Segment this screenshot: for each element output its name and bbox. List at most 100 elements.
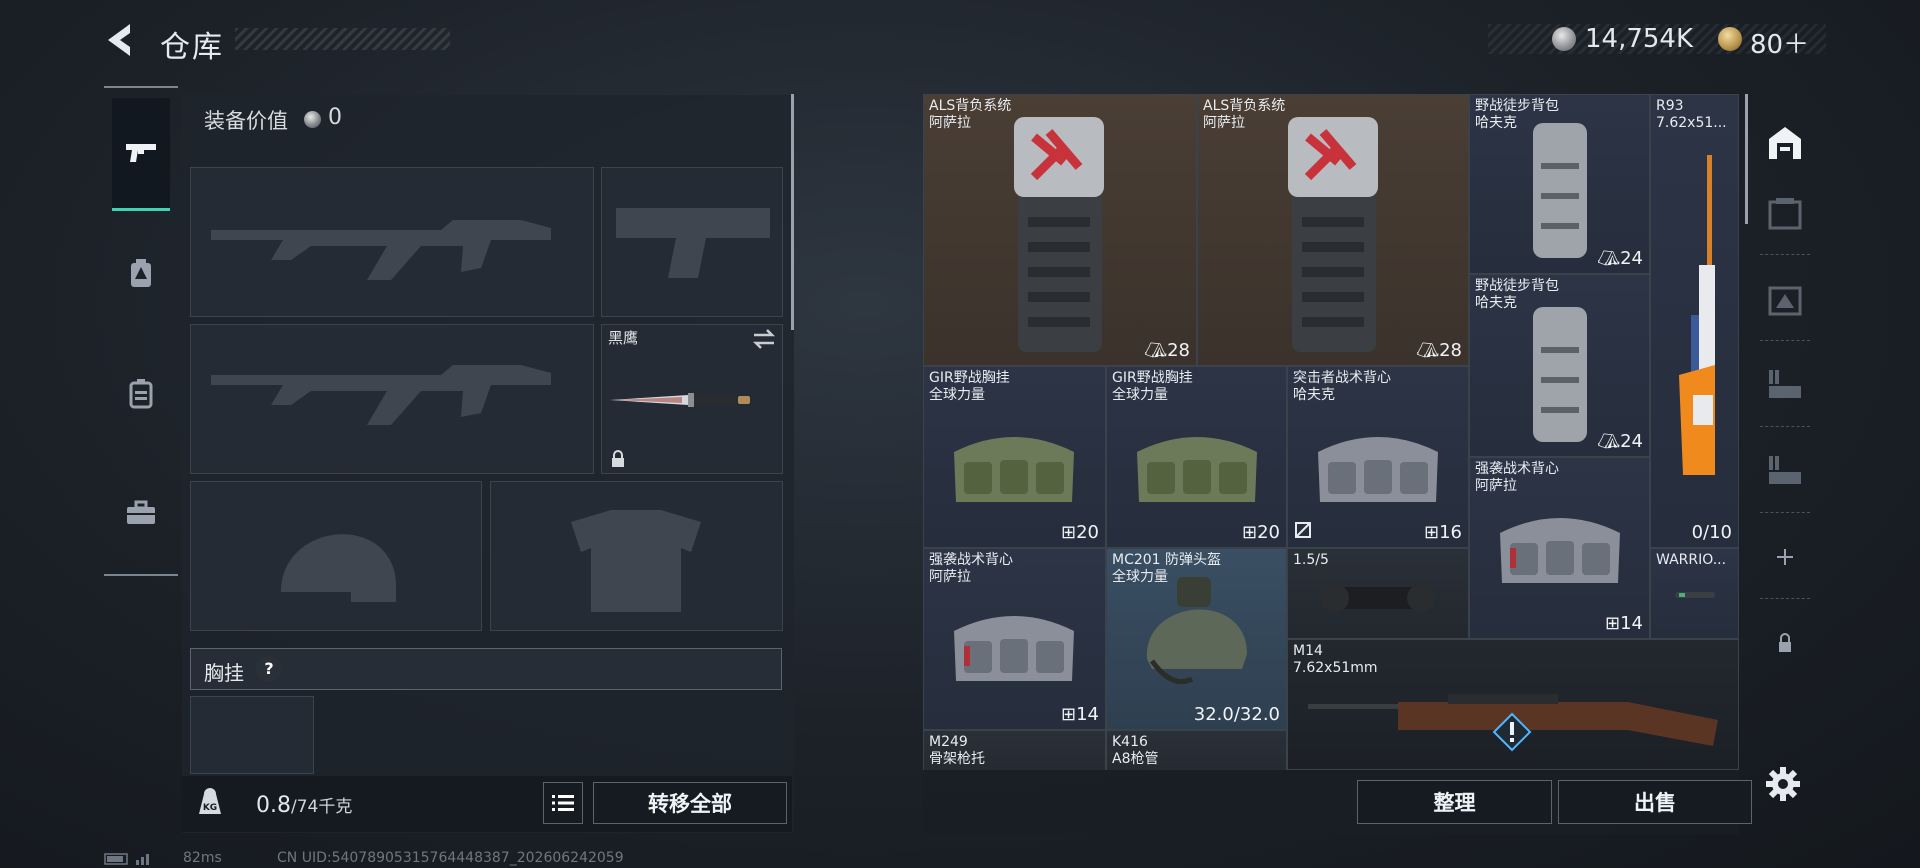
vest-item-icon (1500, 518, 1620, 583)
helmet-slot[interactable] (190, 481, 482, 631)
add-storage-button[interactable] (1752, 522, 1818, 592)
vest-icon (129, 379, 153, 409)
inventory-item-scope[interactable]: 1.5/5 (1287, 548, 1469, 639)
sidebar-item-helmet[interactable] (112, 218, 170, 328)
pistol-icon (126, 144, 156, 162)
backpack-icon (1288, 117, 1378, 352)
item-count: 24 (1620, 248, 1643, 269)
backpack-icon (1533, 307, 1587, 442)
inventory-item-m249-stock[interactable]: M249 骨架枪托 (923, 730, 1106, 770)
item-name: 1.5/5 (1293, 552, 1329, 568)
grid-icon: ⊞ (1061, 704, 1077, 725)
attachment-icon (1675, 592, 1715, 598)
equipment-value-label: 装备价值 (204, 109, 288, 133)
ping-text: 82ms (183, 850, 222, 866)
inventory-item-m14[interactable]: M14 7.62x51mm (1287, 639, 1739, 770)
secondary-weapon-slot[interactable] (190, 324, 594, 474)
item-count: 20 (1076, 522, 1099, 543)
equipment-scrollbar[interactable] (791, 94, 794, 330)
list-view-button[interactable] (543, 782, 583, 824)
pistol-slot[interactable] (601, 167, 783, 317)
silver-currency: 14,754K (1585, 24, 1694, 54)
item-slots: ⊞14 (1061, 704, 1099, 725)
sniper-rifle-icon (1679, 155, 1715, 475)
grid-icon: ⊞ (1605, 613, 1621, 634)
storage-box-icon (1768, 286, 1802, 316)
inventory-grid: ALS背负系统 阿萨拉 ⛺︎28 ALS背负系统 阿萨拉 ⛺︎28 野战徒步背包… (923, 94, 1739, 770)
item-slots: ⊞20 (1061, 522, 1099, 543)
chest-rig-label: 胸挂 (204, 661, 244, 685)
warehouse-icon (1769, 127, 1801, 159)
no-armor-icon (1295, 522, 1311, 538)
weight-icon: ⛺︎ (1597, 431, 1621, 452)
item-count: 14 (1620, 613, 1643, 634)
equipment-value: 0 (328, 105, 342, 130)
chest-rig-help-button[interactable]: ? (256, 656, 282, 682)
inventory-scrollbar[interactable] (1745, 94, 1748, 224)
inventory-item-k416-barrel[interactable]: K416 A8枪管 (1106, 730, 1287, 770)
back-arrow-icon[interactable] (100, 20, 140, 60)
weight-max: /74千克 (291, 797, 353, 817)
storage-tab-3[interactable] (1752, 264, 1818, 334)
inventory-item-als-2[interactable]: ALS背负系统 阿萨拉 ⛺︎28 (1197, 94, 1469, 366)
chest-rig-slot[interactable] (190, 696, 314, 774)
item-weight: ⛺︎24 (1597, 431, 1643, 452)
inventory-item-assault-vest[interactable]: 突击者战术背心 哈夫克 ⊞16 (1287, 366, 1469, 548)
chest-rig-icon (1137, 437, 1257, 502)
item-count: 28 (1439, 340, 1462, 361)
item-name: 强袭战术背心 阿萨拉 (929, 552, 1013, 585)
storage-tabs-rail (1752, 94, 1818, 774)
weight-icon: ⛺︎ (1597, 248, 1621, 269)
item-name: R93 7.62x51... (1656, 98, 1727, 131)
inventory-item-gir-rig-2[interactable]: GIR野战胸挂 全球力量 ⊞20 (1106, 366, 1287, 548)
inventory-item-mc201-helmet[interactable]: MC201 防弹头盔 全球力量 32.0/32.0 (1106, 548, 1287, 730)
inventory-item-r93[interactable]: R93 7.62x51... 0/10 (1650, 94, 1739, 548)
storage-box-icon (1768, 198, 1802, 230)
item-name: 野战徒步背包 哈夫克 (1475, 278, 1559, 311)
chest-rig-icon (954, 437, 1074, 502)
toolbox-icon (127, 500, 155, 524)
storage-tab-icon (1769, 456, 1801, 484)
inventory-item-raid-vest-2[interactable]: 强袭战术背心 阿萨拉 ⊞14 (1469, 457, 1650, 639)
item-name: M249 骨架枪托 (929, 734, 985, 767)
item-name: ALS背负系统 阿萨拉 (1203, 98, 1286, 131)
item-count: 16 (1439, 522, 1462, 543)
sidebar-item-toolbox[interactable] (112, 458, 170, 568)
storage-tab-4[interactable] (1752, 350, 1818, 420)
gold-currency[interactable]: 80＋ (1750, 24, 1809, 61)
swap-icon[interactable] (752, 329, 776, 349)
item-name: GIR野战胸挂 全球力量 (1112, 370, 1193, 403)
inventory-item-gir-rig-1[interactable]: GIR野战胸挂 全球力量 ⊞20 (923, 366, 1106, 548)
grid-icon: ⊞ (1061, 522, 1077, 543)
inventory-item-raid-vest-1[interactable]: 强袭战术背心 阿萨拉 ⊞14 (923, 548, 1106, 730)
backpack-icon (1014, 117, 1104, 352)
sidebar-item-vest[interactable] (112, 338, 170, 448)
settings-gear-icon[interactable] (1765, 766, 1801, 802)
scope-icon (1321, 584, 1435, 612)
inventory-item-field-pack-2[interactable]: 野战徒步背包 哈夫克 ⛺︎24 (1469, 274, 1650, 457)
sort-button[interactable]: 整理 (1357, 780, 1552, 824)
storage-tab-5[interactable] (1752, 436, 1818, 506)
item-name: 突击者战术背心 哈夫克 (1293, 370, 1391, 403)
item-slots: ⊞16 (1424, 522, 1462, 543)
inventory-item-als-1[interactable]: ALS背负系统 阿萨拉 ⛺︎28 (923, 94, 1197, 366)
transfer-all-button[interactable]: 转移全部 (593, 782, 787, 824)
item-count: 0/10 (1691, 522, 1732, 543)
inventory-item-warrior[interactable]: WARRIO... (1650, 548, 1739, 639)
page-title: 仓库 (160, 30, 224, 65)
warning-diamond-icon (1492, 712, 1532, 752)
item-name: ALS背负系统 阿萨拉 (929, 98, 1012, 131)
item-count: 20 (1257, 522, 1280, 543)
weight-icon: ⛺︎ (1144, 340, 1168, 361)
storage-tab-main[interactable] (1752, 108, 1818, 178)
primary-weapon-slot[interactable] (190, 167, 594, 317)
carry-weight: 0.8/74千克 (256, 792, 352, 818)
grid-icon: ⊞ (1242, 522, 1258, 543)
sell-button[interactable]: 出售 (1558, 780, 1752, 824)
inventory-item-field-pack-1[interactable]: 野战徒步背包 哈夫克 ⛺︎24 (1469, 94, 1650, 274)
silver-coin-icon (304, 111, 321, 128)
storage-tab-2[interactable] (1752, 178, 1818, 248)
armor-slot[interactable] (490, 481, 783, 631)
plus-icon (1777, 549, 1793, 565)
sidebar-item-weapons[interactable] (112, 98, 170, 211)
